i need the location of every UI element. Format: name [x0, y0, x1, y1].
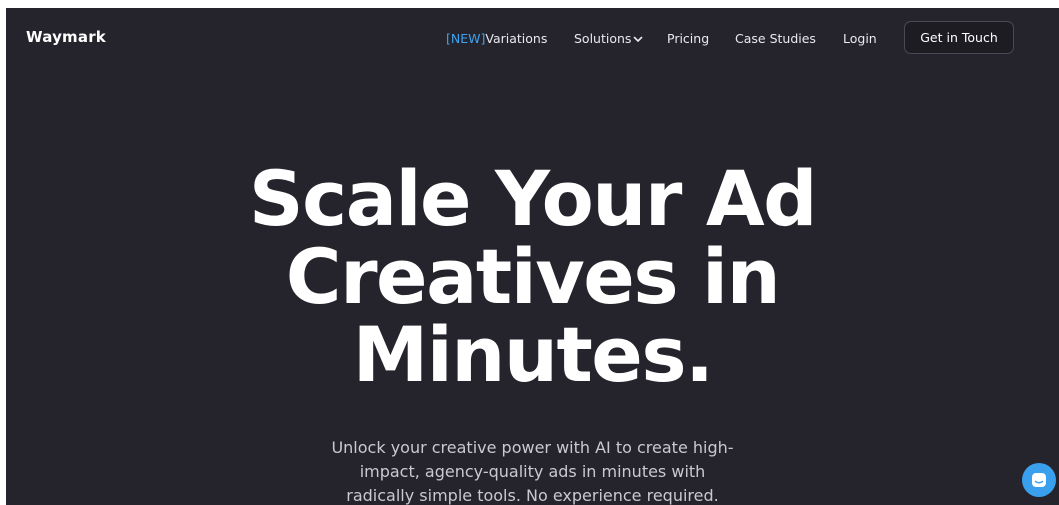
nav-item-pricing[interactable]: Pricing — [667, 31, 709, 46]
nav-item-solutions[interactable]: Solutions — [574, 31, 643, 46]
get-in-touch-button[interactable]: Get in Touch — [904, 21, 1014, 54]
hero-title-line-2: Creatives in — [285, 232, 781, 321]
waymark-logo[interactable]: Waymark — [26, 28, 106, 46]
hero-title: Scale Your Ad Creatives in Minutes. — [6, 160, 1059, 394]
page: Waymark [NEW]Variations Solutions Pricin… — [6, 8, 1059, 505]
hero-subtitle: Unlock your creative power with AI to cr… — [6, 436, 1059, 505]
new-badge: [NEW] — [446, 31, 486, 46]
chat-launcher-button[interactable] — [1022, 463, 1056, 497]
chat-icon — [1032, 473, 1046, 487]
chevron-down-icon — [634, 36, 643, 42]
nav-item-variations[interactable]: [NEW]Variations — [446, 31, 547, 46]
nav-item-case-studies[interactable]: Case Studies — [735, 31, 816, 46]
hero-title-line-3: Minutes. — [352, 310, 714, 399]
hero-subtitle-line-3: radically simple tools. No experience re… — [346, 486, 719, 505]
hero-subtitle-line-2: impact, agency-quality ads in minutes wi… — [359, 462, 706, 481]
hero-title-line-1: Scale Your Ad — [248, 154, 818, 243]
nav-item-solutions-label: Solutions — [574, 31, 632, 46]
hero-subtitle-line-1: Unlock your creative power with AI to cr… — [331, 438, 734, 457]
nav-item-variations-label: Variations — [485, 31, 548, 46]
nav-item-login[interactable]: Login — [843, 31, 877, 46]
